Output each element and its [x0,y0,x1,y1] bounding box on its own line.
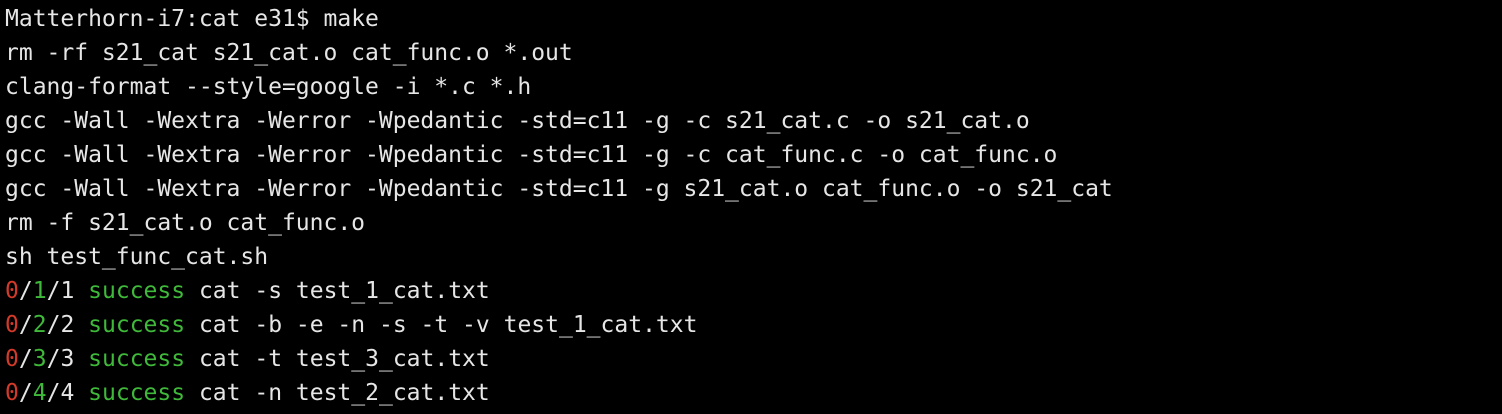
test-result-line: 0/2/2 success cat -b -e -n -s -t -v test… [5,308,1502,342]
status-text: success [88,346,186,372]
test-command: cat -s test_1_cat.txt [198,278,490,304]
test-result-line: 0/1/1 success cat -s test_1_cat.txt [5,274,1502,308]
total-count: 4 [60,380,75,406]
separator: / [46,380,61,406]
separator: / [18,380,33,406]
terminal-window[interactable]: Matterhorn-i7:cat e31$ make rm -rf s21_c… [0,0,1502,414]
fail-count: 0 [5,278,19,304]
separator: / [18,346,33,372]
separator: / [46,346,61,372]
output-line: rm -rf s21_cat s21_cat.o cat_func.o *.ou… [5,40,573,66]
output-line: rm -f s21_cat.o cat_func.o [5,210,366,236]
test-command: cat -t test_3_cat.txt [198,346,490,372]
output-line: gcc -Wall -Wextra -Werror -Wpedantic -st… [5,176,1113,202]
typed-command: make [323,6,379,32]
total-count: 3 [60,346,75,372]
test-result-line: 0/3/3 success cat -t test_3_cat.txt [5,342,1502,376]
success-count: 1 [32,278,47,304]
success-count: 2 [32,312,47,338]
output-line: sh test_func_cat.sh [5,244,269,270]
success-count: 3 [32,346,47,372]
total-count: 2 [60,312,75,338]
fail-count: 0 [5,312,19,338]
separator: / [46,278,61,304]
output-line: gcc -Wall -Wextra -Werror -Wpedantic -st… [5,108,1030,134]
separator: / [18,278,33,304]
shell-prompt: Matterhorn-i7:cat e31$ [5,6,324,32]
fail-count: 0 [5,346,19,372]
prompt-line: Matterhorn-i7:cat e31$ make [5,2,1502,36]
test-command: cat -b -e -n -s -t -v test_1_cat.txt [198,312,698,338]
output-line: gcc -Wall -Wextra -Werror -Wpedantic -st… [5,142,1058,168]
total-count: 1 [60,278,75,304]
test-command: cat -n test_2_cat.txt [198,380,490,406]
status-text: success [88,278,186,304]
separator: / [18,312,33,338]
test-result-line: 0/4/4 success cat -n test_2_cat.txt [5,376,1502,410]
status-text: success [88,380,186,406]
output-line: clang-format --style=google -i *.c *.h [5,74,532,100]
success-count: 4 [32,380,47,406]
status-text: success [88,312,186,338]
fail-count: 0 [5,380,19,406]
separator: / [46,312,61,338]
